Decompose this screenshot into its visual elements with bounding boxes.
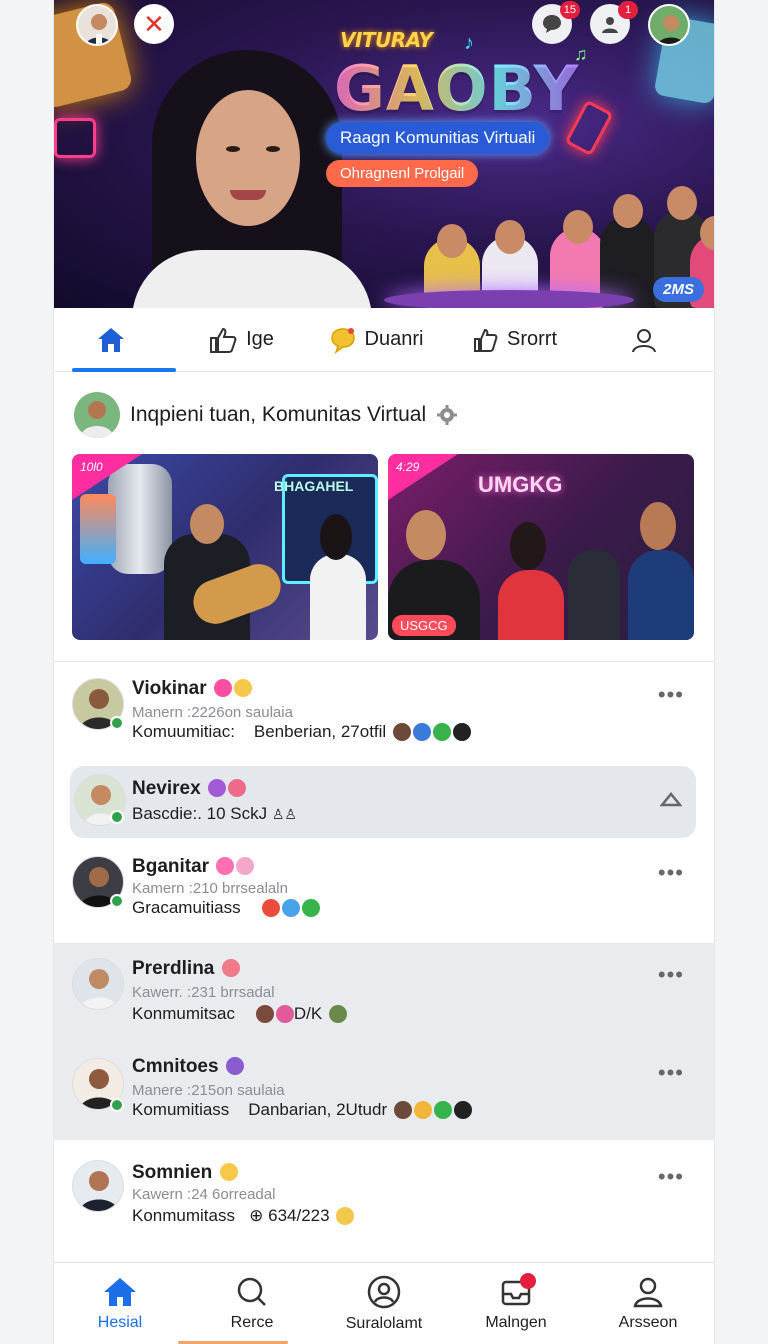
top-tab-bar: Ige Duanri Srorrt	[54, 308, 714, 372]
nav-label: Hesial	[97, 1313, 143, 1331]
hero-pill-secondary[interactable]: Ohragnenl Prolgail	[326, 160, 479, 187]
account-avatar[interactable]	[648, 4, 690, 46]
profile-button[interactable]: 1	[590, 1, 638, 44]
thumbs-up-icon	[210, 327, 237, 353]
chevron-up-icon[interactable]	[660, 790, 682, 808]
online-indicator	[110, 1098, 124, 1112]
hero-count-badge: 2MS	[653, 277, 704, 302]
tab-label: Duanri	[364, 328, 424, 350]
bar-table	[384, 290, 634, 308]
close-icon[interactable]: ✕	[134, 4, 174, 44]
messenger-button[interactable]: 15	[532, 1, 580, 44]
member-community: Komumitiass Danbarian, 2Utudr	[132, 1100, 472, 1120]
hero-pill-primary[interactable]: Raagn Komunitias Virtuali	[326, 122, 550, 154]
member-name[interactable]: Bganitar	[132, 856, 255, 878]
tab-sort[interactable]: Srorrt	[446, 308, 582, 372]
user-circle-icon	[367, 1275, 401, 1308]
member-community: Konmumitass ⊕ 634/223	[132, 1206, 355, 1226]
member-name[interactable]: Somnien	[132, 1162, 238, 1184]
member-community: Konmumitsac D/K	[132, 1004, 347, 1024]
event-card-sign: BHAGAHEL	[274, 478, 354, 494]
community-title[interactable]: Inqpieni tuan, Komunitas Virtual	[130, 403, 426, 427]
more-options-icon[interactable]: •••	[658, 1164, 684, 1190]
community-avatar[interactable]	[74, 392, 120, 438]
list-item[interactable]: Cmnitoes Manere :215on saulaia Komumitia…	[54, 1042, 714, 1140]
nav-search[interactable]: Rerce	[186, 1263, 318, 1344]
member-community: Komuumitiac: Benberian, 27otfil	[132, 722, 471, 742]
list-item[interactable]: Somnien Kawern :24 6orreadal Konmumitass…	[54, 1144, 714, 1256]
hero-banner: VITURAY GAOBY Raagn Komunitias Virtuali …	[54, 0, 714, 308]
list-item[interactable]: Nevirex Bascdie:. 10 SckJ ♙♙	[54, 766, 714, 838]
member-meta: Manere :215on saulaia	[132, 1082, 285, 1099]
neon-frame	[54, 118, 96, 158]
search-icon	[237, 1277, 266, 1306]
tab-profile[interactable]	[582, 308, 714, 372]
more-options-icon[interactable]: •••	[658, 860, 684, 886]
user-avatar[interactable]	[76, 4, 118, 46]
hero-title: GAOBY	[334, 52, 580, 125]
hero-tagline: VITURAY	[340, 28, 433, 52]
nav-messages[interactable]: Malngen	[450, 1263, 582, 1344]
more-options-icon[interactable]: •••	[658, 962, 684, 988]
notification-badge	[520, 1273, 536, 1289]
tab-label: Srorrt	[507, 328, 557, 350]
avatar[interactable]	[72, 1160, 124, 1212]
member-name[interactable]: Cmnitoes	[132, 1056, 244, 1078]
nav-home[interactable]: Hesial	[54, 1263, 186, 1344]
app-window: VITURAY GAOBY Raagn Komunitias Virtuali …	[54, 0, 714, 1344]
member-community: Bascdie:. 10 SckJ ♙♙	[132, 804, 297, 823]
nav-label: Suralolamt	[345, 1314, 423, 1332]
nav-label: Arsseon	[618, 1313, 678, 1331]
event-label: USGCG	[392, 615, 456, 636]
more-options-icon[interactable]: •••	[658, 682, 684, 708]
avatar[interactable]	[72, 958, 124, 1010]
member-name[interactable]: Nevirex	[132, 778, 246, 800]
list-item[interactable]: Prerdlina Kawerr. :231 brrsadal Konmumit…	[54, 944, 714, 1042]
community-card: Inqpieni tuan, Komunitas Virtual BHAGAHE…	[54, 378, 714, 662]
gear-icon[interactable]	[436, 404, 458, 426]
event-card-music[interactable]: BHAGAHEL 10l0	[72, 454, 378, 640]
online-indicator	[110, 894, 124, 908]
tab-label: Ige	[246, 328, 274, 350]
home-icon	[104, 1277, 136, 1306]
tab-home[interactable]	[54, 308, 176, 372]
list-item[interactable]: Viokinar Manern :2226on saulaia Komuumit…	[54, 664, 714, 762]
event-card-sign: UMGKG	[478, 472, 563, 497]
thumbs-icon	[474, 328, 498, 352]
chat-icon	[543, 15, 561, 33]
more-options-icon[interactable]: •••	[658, 1060, 684, 1086]
member-meta: Manern :2226on saulaia	[132, 704, 293, 721]
list-item[interactable]: Bganitar Kamern :210 brrsealaln Gracamui…	[54, 842, 714, 944]
event-time-tag: 4:29	[388, 454, 458, 500]
speech-bubble-icon	[330, 327, 355, 354]
member-community: Gracamuitiass	[132, 898, 320, 918]
music-note-icon: ♪	[464, 32, 474, 54]
online-indicator	[110, 716, 124, 730]
tab-like[interactable]: Ige	[176, 308, 306, 372]
nav-community[interactable]: Suralolamt	[318, 1263, 450, 1344]
online-indicator	[110, 810, 124, 824]
user-outline-icon	[632, 328, 656, 352]
tab-discussion[interactable]: Duanri	[306, 308, 446, 372]
bottom-navigation: Hesial Rerce Suralolamt Malngen Arsseon	[54, 1262, 714, 1344]
nav-label: Malngen	[485, 1313, 547, 1331]
person-icon	[633, 1277, 663, 1307]
notification-badge: 15	[559, 1, 580, 19]
member-meta: Kawern :24 6orreadal	[132, 1186, 276, 1203]
event-card-party[interactable]: UMGKG 4:29 USGCG	[388, 454, 694, 640]
nav-account[interactable]: Arsseon	[582, 1263, 714, 1344]
nav-label: Rerce	[230, 1313, 274, 1331]
member-meta: Kawerr. :231 brrsadal	[132, 984, 275, 1001]
community-header: Inqpieni tuan, Komunitas Virtual	[74, 392, 458, 438]
music-note-icon: ♫	[574, 44, 588, 64]
person-icon	[602, 17, 618, 33]
member-name[interactable]: Viokinar	[132, 678, 252, 700]
member-name[interactable]: Prerdlina	[132, 958, 240, 980]
home-icon	[98, 327, 124, 352]
notification-badge: 1	[618, 1, 638, 19]
member-meta: Kamern :210 brrsealaln	[132, 880, 288, 897]
